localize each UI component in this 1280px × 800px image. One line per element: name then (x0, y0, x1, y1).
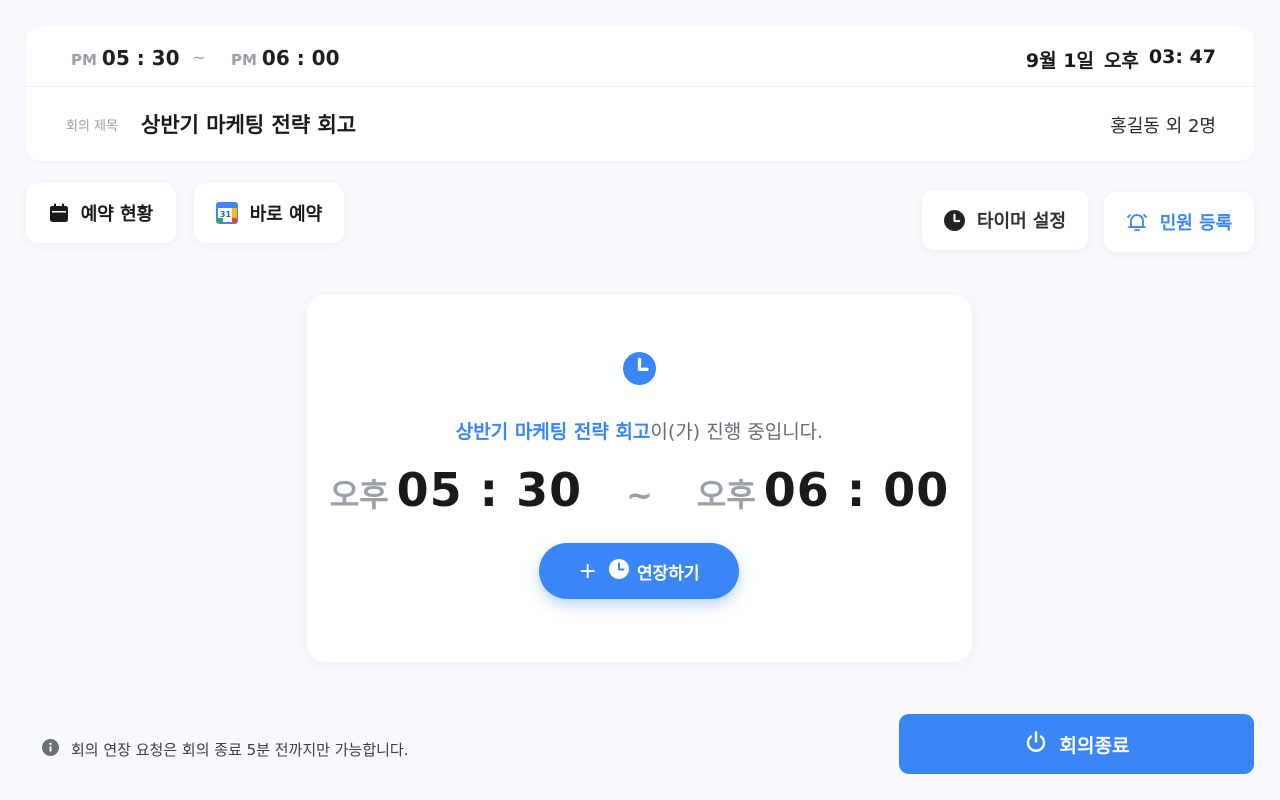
schedule-row: PM 05 : 30 ~ PM 06 : 00 9월 1일 오후 03: 47 (26, 26, 1254, 87)
notice-text: 회의 연장 요청은 회의 종료 5분 전까지만 가능합니다. (71, 741, 409, 759)
meeting-title: 상반기 마케팅 전략 회고 (141, 113, 357, 137)
quick-reserve-button[interactable]: 31 바로 예약 (194, 183, 344, 243)
current-date: 9월 1일 (1025, 50, 1094, 72)
timer-settings-label: 타이머 설정 (976, 211, 1067, 232)
title-row: 회의 제목 상반기 마케팅 전략 회고 홍길동 외 2명 (26, 87, 1254, 161)
timer-settings-button[interactable]: 타이머 설정 (922, 190, 1088, 250)
end-meeting-label: 회의종료 (1059, 734, 1130, 757)
current-datetime: 9월 1일 오후 03: 47 (1026, 46, 1216, 73)
attendees: 홍길동 외 2명 (1110, 116, 1216, 137)
big-time-separator: ~ (626, 476, 653, 514)
meeting-time-range: 오후 05 : 30 ~ 오후 06 : 00 (307, 463, 972, 517)
start-hm: 05 : 30 (101, 46, 180, 70)
calendar-day: 31 (220, 210, 232, 219)
calendar-icon (49, 203, 69, 223)
status-suffix: 이(가) 진행 중입니다. (650, 421, 824, 443)
big-end-time: 06 : 00 (763, 463, 950, 517)
google-calendar-icon: 31 (215, 202, 238, 224)
end-ampm: PM (231, 51, 257, 69)
end-time: PM 06 : 00 (231, 46, 340, 70)
power-icon (1024, 730, 1048, 759)
big-start-time: 05 : 30 (396, 463, 583, 517)
clock-icon (608, 558, 629, 584)
current-time: 03: 47 (1148, 46, 1216, 68)
info-icon (42, 739, 59, 760)
status-message: 상반기 마케팅 전략 회고이(가) 진행 중입니다. (307, 417, 972, 444)
clock-icon (623, 352, 656, 389)
reservation-status-label: 예약 현황 (80, 204, 154, 225)
start-ampm: PM (71, 51, 97, 69)
meeting-title-label: 회의 제목 (66, 119, 118, 134)
complaint-label: 민원 등록 (1159, 213, 1233, 234)
big-start-ampm: 오후 (329, 476, 389, 514)
extend-button[interactable]: + 연장하기 (539, 543, 739, 599)
quick-reserve-label: 바로 예약 (249, 204, 323, 225)
meeting-status-card: 상반기 마케팅 전략 회고이(가) 진행 중입니다. 오후 05 : 30 ~ … (307, 295, 972, 662)
plus-icon: + (578, 558, 597, 584)
current-ampm: 오후 (1103, 50, 1139, 72)
start-time: PM 05 : 30 (71, 46, 180, 70)
extend-label: 연장하기 (636, 563, 700, 584)
reservation-status-button[interactable]: 예약 현황 (26, 183, 176, 243)
end-meeting-button[interactable]: 회의종료 (899, 714, 1254, 774)
time-separator: ~ (192, 48, 206, 67)
end-hm: 06 : 00 (261, 46, 340, 70)
complaint-button[interactable]: 민원 등록 (1104, 192, 1254, 252)
meeting-info-card: PM 05 : 30 ~ PM 06 : 00 9월 1일 오후 03: 47 … (26, 26, 1254, 161)
status-meeting-title: 상반기 마케팅 전략 회고 (455, 421, 651, 443)
big-end-ampm: 오후 (696, 476, 756, 514)
clock-icon (943, 209, 965, 231)
bell-icon (1126, 211, 1148, 233)
extension-notice: 회의 연장 요청은 회의 종료 5분 전까지만 가능합니다. (42, 739, 409, 760)
